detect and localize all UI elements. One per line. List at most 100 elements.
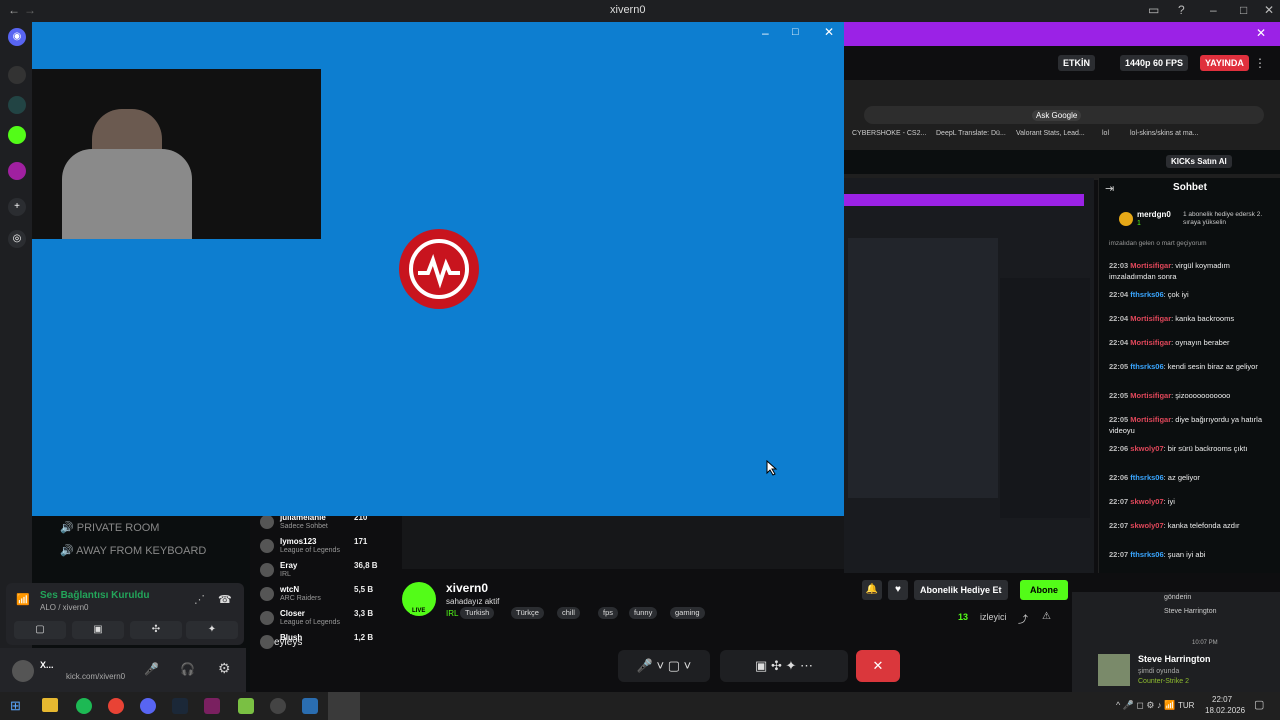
help-icon[interactable]: ?	[1178, 3, 1185, 17]
close-banner-icon[interactable]: ✕	[1256, 26, 1266, 40]
channel-name[interactable]: xivern0	[446, 581, 488, 595]
server-icon[interactable]	[8, 162, 26, 180]
voice-status[interactable]: Ses Bağlantısı Kuruldu	[40, 590, 149, 601]
following-row[interactable]: wtcN ARC Raiders 5,5 B	[258, 583, 382, 605]
following-row[interactable]: Closer League of Legends 3,3 B	[258, 607, 382, 629]
language[interactable]: TUR	[1178, 701, 1194, 710]
heart-icon[interactable]: ♥	[888, 580, 908, 600]
settings-gear-icon[interactable]: ⚙	[218, 660, 231, 677]
notification-icon[interactable]: ▢	[1254, 698, 1264, 711]
chat-message: 22:07 fthsrks06: şuan iyi abi	[1109, 550, 1206, 559]
stream-tag[interactable]: funny	[629, 607, 658, 619]
discord-icon[interactable]	[140, 698, 156, 714]
bookmark[interactable]: Valorant Stats, Lead...	[1016, 130, 1085, 137]
chrome-icon[interactable]	[108, 698, 124, 714]
subscribe-button[interactable]: Abone	[1020, 580, 1068, 600]
live-badge: YAYINDA	[1200, 55, 1249, 71]
notif-send[interactable]: gönderin	[1164, 594, 1191, 601]
steam-icon[interactable]	[172, 698, 188, 714]
chat-title: Sohbet	[1173, 182, 1207, 193]
server-icon[interactable]	[8, 66, 26, 84]
title-bar: ← → xivern0 ▭ ? – □ ✕	[0, 0, 1280, 22]
bookmark[interactable]: lol-skins/skins at ma...	[1130, 130, 1198, 137]
webcam-feed	[32, 69, 321, 239]
stream-tag[interactable]: gaming	[670, 607, 705, 619]
discord-home-icon[interactable]: ◉	[8, 28, 26, 46]
inbox-icon[interactable]: ▭	[1148, 3, 1159, 17]
screen-share-icon[interactable]: ▣	[72, 621, 124, 639]
forward-arrow-icon[interactable]: →	[24, 3, 36, 17]
close-icon[interactable]: ✕	[1264, 3, 1274, 17]
app-logo-icon	[399, 229, 479, 309]
bookmark[interactable]: lol	[1102, 130, 1109, 137]
disconnect-icon[interactable]: ☎	[218, 593, 232, 606]
server-icon[interactable]	[8, 126, 26, 144]
voice-panel: 📶 Ses Bağlantısı Kuruldu ALO / xivern0 ⋰…	[6, 583, 244, 645]
stream-tag[interactable]: chill	[557, 607, 580, 619]
mic-control[interactable]: 🎤 ˅ ▢ ˅	[618, 650, 710, 682]
clock-time[interactable]: 22:07	[1212, 695, 1232, 704]
following-row[interactable]: Iymos123 League of Legends 171	[258, 535, 382, 557]
file-explorer-icon[interactable]	[42, 698, 58, 712]
channel-private-room[interactable]: 🔊 PRIVATE ROOM	[60, 521, 159, 534]
camera-toggle-icon[interactable]: ▢	[14, 621, 66, 639]
soundboard-icon[interactable]: ✦	[186, 621, 238, 639]
end-call-button[interactable]: ✕	[856, 650, 900, 682]
tray-icons[interactable]: ^ 🎤 ◻ ⚙ ♪ 📶	[1116, 700, 1175, 711]
microphone-icon[interactable]: 🎤	[144, 662, 159, 676]
spotify-icon[interactable]	[76, 698, 92, 714]
bookmark[interactable]: DeepL Translate: Dü...	[936, 130, 1006, 137]
top-gifter-name: merdgn0	[1137, 210, 1171, 219]
back-arrow-icon[interactable]: ←	[8, 3, 20, 17]
chat-message: 22:03 Mortisifigar: virgül koymadım imza…	[1109, 261, 1230, 281]
share-activity-controls[interactable]: ▣ ✣ ✦ ⋯	[720, 650, 848, 682]
headphones-icon[interactable]: 🎧	[180, 662, 195, 676]
maximize-icon[interactable]: □	[792, 26, 799, 38]
stream-title: sahadayız aktif	[446, 597, 500, 606]
voice-channel[interactable]: ALO / xivern0	[40, 603, 88, 612]
steam-icon[interactable]	[302, 698, 318, 714]
active-app[interactable]	[328, 692, 360, 720]
more-icon[interactable]: ⋮	[1254, 56, 1266, 70]
notif-user[interactable]: Steve Harrington	[1138, 654, 1211, 664]
clock-date[interactable]: 18.02.2026	[1205, 706, 1245, 715]
following-row[interactable]: Eray IRL 36,8 B	[258, 559, 382, 581]
channel-afk[interactable]: 🔊 AWAY FROM KEYBOARD	[60, 544, 206, 557]
mouse-cursor-icon	[766, 460, 778, 476]
bell-icon[interactable]: 🔔	[862, 580, 882, 600]
ask-google-button[interactable]: Ask Google	[1032, 110, 1082, 121]
close-icon[interactable]: ✕	[824, 25, 834, 39]
avatar[interactable]	[12, 660, 34, 682]
chat-message: 22:06 fthsrks06: az geliyor	[1109, 473, 1200, 482]
app-icon[interactable]	[204, 698, 220, 714]
windows-start-icon[interactable]: ⊞	[10, 698, 21, 714]
add-server-icon[interactable]: +	[8, 198, 26, 216]
buy-kicks-button[interactable]: KICKs Satın Al	[1166, 155, 1232, 168]
signal-icon: 📶	[16, 594, 30, 606]
stream-tag[interactable]: Turkish	[460, 607, 495, 619]
viewer-label: izleyici	[980, 612, 1007, 622]
chat-message: 22:04 Mortisifigar: oynayın beraber	[1109, 338, 1230, 347]
report-icon[interactable]: ⚠	[1042, 611, 1051, 622]
minimize-icon[interactable]: –	[1210, 3, 1217, 17]
stream-tag[interactable]: fps	[598, 607, 619, 619]
bookmark[interactable]: CYBERSHOKE - CS2...	[852, 130, 926, 137]
stream-tag[interactable]: Türkçe	[511, 607, 544, 619]
user-name: X...	[40, 660, 54, 670]
share-icon[interactable]: ⤴	[1018, 611, 1028, 626]
notif-time: 10:07 PM	[1192, 640, 1218, 646]
server-icon[interactable]	[8, 96, 26, 114]
minimize-icon[interactable]: –	[762, 26, 769, 40]
noise-suppression-icon[interactable]: ⋰	[194, 593, 205, 606]
quality-badge[interactable]: 1440p 60 FPS	[1120, 55, 1189, 71]
app-icon[interactable]	[238, 698, 254, 714]
maximize-icon[interactable]: □	[1240, 3, 1247, 17]
promo-banner: ✕	[844, 22, 1280, 46]
activities-icon[interactable]: ✣	[130, 621, 182, 639]
app-icon[interactable]	[270, 698, 286, 714]
chat-message: 22:05 fthsrks06: kendi sesin biraz az ge…	[1109, 362, 1258, 371]
stream-category[interactable]: IRL	[446, 609, 458, 618]
discover-icon[interactable]: ◎	[8, 230, 26, 248]
chat-partial-message: imzalıdan gelen o mart geçiyorum	[1109, 240, 1207, 247]
gift-sub-button[interactable]: Abonelik Hediye Et	[914, 580, 1008, 600]
